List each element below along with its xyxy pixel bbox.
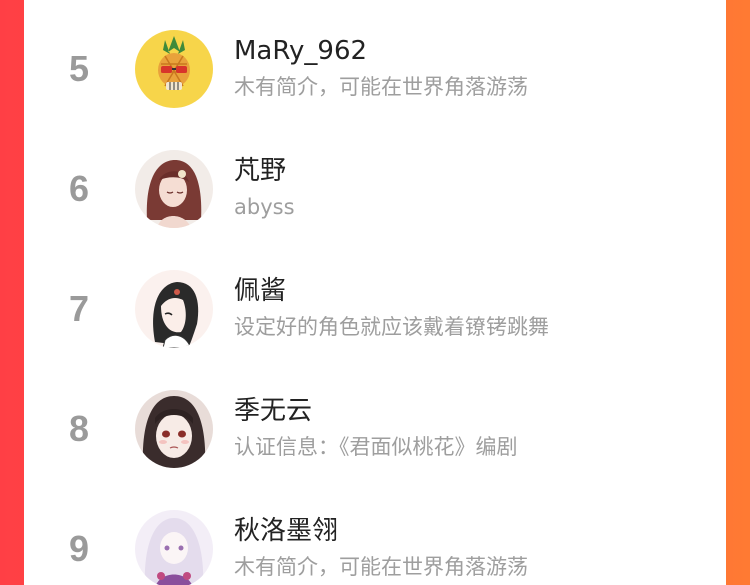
anime-girl-black-hair-avatar-icon[interactable] — [135, 390, 213, 468]
list-item[interactable]: 6 芃野 abyss — [24, 142, 726, 242]
user-name[interactable]: MaRy_962 — [234, 34, 367, 68]
rank-number: 6 — [68, 168, 90, 209]
pineapple-skull-avatar-icon[interactable] — [135, 30, 213, 108]
user-bio: abyss — [234, 195, 295, 219]
user-bio: 木有简介，可能在世界角落游荡 — [234, 555, 528, 579]
list-item[interactable]: 5 MaRy_962 木有简介，可能在世界角落游荡 — [24, 22, 726, 122]
rank-number: 9 — [68, 528, 90, 569]
user-name[interactable]: 秋洛墨翎 — [234, 514, 338, 548]
user-name[interactable]: 芃野 — [234, 154, 286, 188]
anime-girl-white-hair-avatar-icon[interactable] — [135, 510, 213, 585]
user-name[interactable]: 季无云 — [234, 394, 312, 428]
list-item[interactable]: 8 季无云 认证信息：《君面似桃花》编剧 — [24, 382, 726, 482]
rank-number: 5 — [68, 48, 90, 89]
user-bio: 认证信息：《君面似桃花》编剧 — [234, 435, 518, 459]
user-bio: 设定好的角色就应该戴着镣铐跳舞 — [234, 315, 549, 339]
user-name[interactable]: 佩酱 — [234, 274, 286, 308]
anime-girl-sketch-avatar-icon[interactable] — [135, 270, 213, 348]
list-item[interactable]: 9 秋洛墨翎 木有简介，可能在世界角落游荡 — [24, 502, 726, 585]
ranking-list: 5 MaRy_962 木有简介，可能在世界角落游荡 6 芃野 abyss 7 佩… — [24, 0, 726, 585]
rank-number: 7 — [68, 288, 90, 329]
rank-number: 8 — [68, 408, 90, 449]
anime-girl-red-hair-avatar-icon[interactable] — [135, 150, 213, 228]
list-item[interactable]: 7 佩酱 设定好的角色就应该戴着镣铐跳舞 — [24, 262, 726, 362]
user-bio: 木有简介，可能在世界角落游荡 — [234, 75, 528, 99]
